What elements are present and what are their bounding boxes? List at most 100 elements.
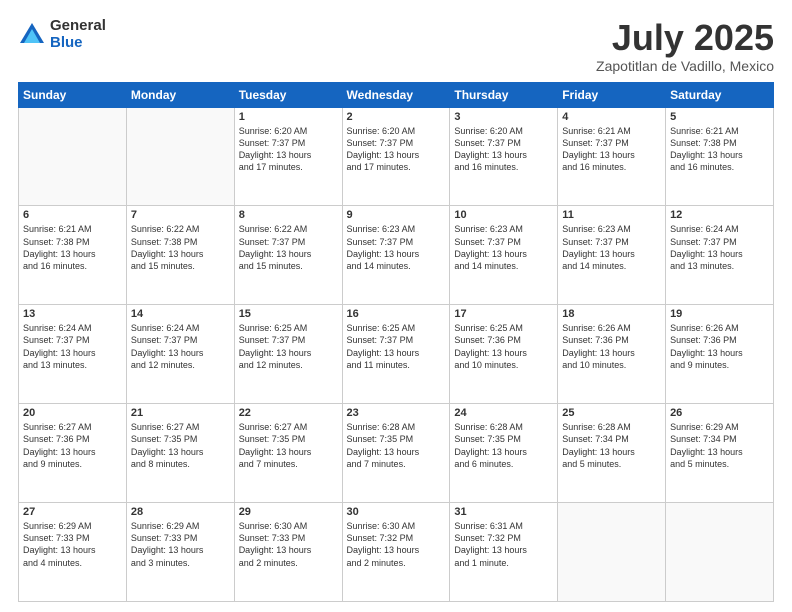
table-row: 21 Sunrise: 6:27 AM Sunset: 7:35 PM Dayli… <box>126 404 234 503</box>
header-sunday: Sunday <box>19 82 127 107</box>
calendar-week-row: 13Sunrise: 6:24 AM Sunset: 7:37 PM Dayli… <box>19 305 774 404</box>
day-number: 20 <box>23 407 122 419</box>
day-info: Sunrise: 6:28 AM Sunset: 7:34 PM Dayligh… <box>562 421 661 470</box>
day-number: 11 <box>562 209 661 221</box>
day-info: Sunrise: 6:25 AM Sunset: 7:37 PM Dayligh… <box>347 322 446 371</box>
page: General Blue July 2025 Zapotitlan de Vad… <box>0 0 792 612</box>
table-row: 11 Sunrise: 6:23 AM Sunset: 7:37 PM Dayli… <box>558 206 666 305</box>
day-info: Sunrise: 6:29 AM Sunset: 7:33 PM Dayligh… <box>131 520 230 569</box>
table-row: 22Sunrise: 6:27 AM Sunset: 7:35 PM Dayli… <box>234 404 342 503</box>
title-section: July 2025 Zapotitlan de Vadillo, Mexico <box>596 18 774 74</box>
table-row <box>19 107 127 206</box>
table-row: 5 Sunrise: 6:21 AM Sunset: 7:38 PM Daylig… <box>666 107 774 206</box>
day-info: Sunrise: 6:30 AM Sunset: 7:32 PM Dayligh… <box>347 520 446 569</box>
day-number: 18 <box>562 308 661 320</box>
calendar-week-row: 1 Sunrise: 6:20 AM Sunset: 7:37 PM Daylig… <box>19 107 774 206</box>
day-number: 13 <box>23 308 122 320</box>
table-row: 6 Sunrise: 6:21 AM Sunset: 7:38 PM Daylig… <box>19 206 127 305</box>
header-thursday: Thursday <box>450 82 558 107</box>
table-row: 30Sunrise: 6:30 AM Sunset: 7:32 PM Dayli… <box>342 503 450 602</box>
day-number: 23 <box>347 407 446 419</box>
day-info: Sunrise: 6:23 AM Sunset: 7:37 PM Dayligh… <box>347 223 446 272</box>
day-info: Sunrise: 6:25 AM Sunset: 7:37 PM Dayligh… <box>239 322 338 371</box>
day-number: 19 <box>670 308 769 320</box>
day-info: Sunrise: 6:27 AM Sunset: 7:35 PM Dayligh… <box>131 421 230 470</box>
day-info: Sunrise: 6:26 AM Sunset: 7:36 PM Dayligh… <box>670 322 769 371</box>
header-monday: Monday <box>126 82 234 107</box>
day-number: 27 <box>23 506 122 518</box>
table-row <box>558 503 666 602</box>
month-title: July 2025 <box>596 18 774 58</box>
table-row: 12 Sunrise: 6:24 AM Sunset: 7:37 PM Dayli… <box>666 206 774 305</box>
day-info: Sunrise: 6:20 AM Sunset: 7:37 PM Dayligh… <box>347 125 446 174</box>
table-row: 31 Sunrise: 6:31 AM Sunset: 7:32 PM Dayli… <box>450 503 558 602</box>
day-info: Sunrise: 6:21 AM Sunset: 7:38 PM Dayligh… <box>670 125 769 174</box>
table-row: 16 Sunrise: 6:25 AM Sunset: 7:37 PM Dayli… <box>342 305 450 404</box>
table-row: 29Sunrise: 6:30 AM Sunset: 7:33 PM Dayli… <box>234 503 342 602</box>
logo: General Blue <box>18 18 106 51</box>
day-info: Sunrise: 6:25 AM Sunset: 7:36 PM Dayligh… <box>454 322 553 371</box>
day-info: Sunrise: 6:20 AM Sunset: 7:37 PM Dayligh… <box>454 125 553 174</box>
day-number: 9 <box>347 209 446 221</box>
table-row: 25 Sunrise: 6:28 AM Sunset: 7:34 PM Dayli… <box>558 404 666 503</box>
day-number: 28 <box>131 506 230 518</box>
table-row: 14Sunrise: 6:24 AM Sunset: 7:37 PM Dayli… <box>126 305 234 404</box>
table-row: 13Sunrise: 6:24 AM Sunset: 7:37 PM Dayli… <box>19 305 127 404</box>
day-number: 10 <box>454 209 553 221</box>
day-number: 15 <box>239 308 338 320</box>
day-number: 16 <box>347 308 446 320</box>
header-friday: Friday <box>558 82 666 107</box>
day-number: 21 <box>131 407 230 419</box>
day-number: 31 <box>454 506 553 518</box>
header-tuesday: Tuesday <box>234 82 342 107</box>
day-info: Sunrise: 6:21 AM Sunset: 7:38 PM Dayligh… <box>23 223 122 272</box>
day-info: Sunrise: 6:20 AM Sunset: 7:37 PM Dayligh… <box>239 125 338 174</box>
day-number: 7 <box>131 209 230 221</box>
table-row: 7 Sunrise: 6:22 AM Sunset: 7:38 PM Daylig… <box>126 206 234 305</box>
table-row: 2 Sunrise: 6:20 AM Sunset: 7:37 PM Daylig… <box>342 107 450 206</box>
calendar-week-row: 6 Sunrise: 6:21 AM Sunset: 7:38 PM Daylig… <box>19 206 774 305</box>
day-info: Sunrise: 6:23 AM Sunset: 7:37 PM Dayligh… <box>562 223 661 272</box>
calendar-header-row: Sunday Monday Tuesday Wednesday Thursday… <box>19 82 774 107</box>
day-number: 1 <box>239 111 338 123</box>
day-info: Sunrise: 6:31 AM Sunset: 7:32 PM Dayligh… <box>454 520 553 569</box>
table-row: 23 Sunrise: 6:28 AM Sunset: 7:35 PM Dayli… <box>342 404 450 503</box>
table-row: 9 Sunrise: 6:23 AM Sunset: 7:37 PM Daylig… <box>342 206 450 305</box>
day-info: Sunrise: 6:22 AM Sunset: 7:37 PM Dayligh… <box>239 223 338 272</box>
table-row: 27Sunrise: 6:29 AM Sunset: 7:33 PM Dayli… <box>19 503 127 602</box>
day-number: 14 <box>131 308 230 320</box>
table-row: 26Sunrise: 6:29 AM Sunset: 7:34 PM Dayli… <box>666 404 774 503</box>
day-info: Sunrise: 6:27 AM Sunset: 7:35 PM Dayligh… <box>239 421 338 470</box>
day-number: 2 <box>347 111 446 123</box>
day-number: 8 <box>239 209 338 221</box>
logo-blue: Blue <box>50 35 106 52</box>
table-row: 1 Sunrise: 6:20 AM Sunset: 7:37 PM Daylig… <box>234 107 342 206</box>
location: Zapotitlan de Vadillo, Mexico <box>596 58 774 74</box>
day-info: Sunrise: 6:24 AM Sunset: 7:37 PM Dayligh… <box>670 223 769 272</box>
day-number: 4 <box>562 111 661 123</box>
table-row: 17Sunrise: 6:25 AM Sunset: 7:36 PM Dayli… <box>450 305 558 404</box>
day-info: Sunrise: 6:29 AM Sunset: 7:34 PM Dayligh… <box>670 421 769 470</box>
table-row: 8 Sunrise: 6:22 AM Sunset: 7:37 PM Daylig… <box>234 206 342 305</box>
day-info: Sunrise: 6:28 AM Sunset: 7:35 PM Dayligh… <box>347 421 446 470</box>
day-info: Sunrise: 6:28 AM Sunset: 7:35 PM Dayligh… <box>454 421 553 470</box>
day-number: 12 <box>670 209 769 221</box>
table-row: 18Sunrise: 6:26 AM Sunset: 7:36 PM Dayli… <box>558 305 666 404</box>
day-number: 5 <box>670 111 769 123</box>
calendar-week-row: 27 Sunrise: 6:29 AM Sunset: 7:33 PM Dayli… <box>19 503 774 602</box>
day-number: 29 <box>239 506 338 518</box>
header-wednesday: Wednesday <box>342 82 450 107</box>
table-row: 28 Sunrise: 6:29 AM Sunset: 7:33 PM Dayli… <box>126 503 234 602</box>
day-number: 6 <box>23 209 122 221</box>
logo-text: General Blue <box>50 18 106 51</box>
logo-general: General <box>50 18 106 35</box>
day-info: Sunrise: 6:21 AM Sunset: 7:37 PM Dayligh… <box>562 125 661 174</box>
logo-icon <box>18 21 46 49</box>
day-number: 25 <box>562 407 661 419</box>
day-info: Sunrise: 6:22 AM Sunset: 7:38 PM Dayligh… <box>131 223 230 272</box>
day-info: Sunrise: 6:27 AM Sunset: 7:36 PM Dayligh… <box>23 421 122 470</box>
table-row: 3Sunrise: 6:20 AM Sunset: 7:37 PM Daylig… <box>450 107 558 206</box>
header: General Blue July 2025 Zapotitlan de Vad… <box>18 18 774 74</box>
table-row <box>666 503 774 602</box>
table-row: 10Sunrise: 6:23 AM Sunset: 7:37 PM Dayli… <box>450 206 558 305</box>
